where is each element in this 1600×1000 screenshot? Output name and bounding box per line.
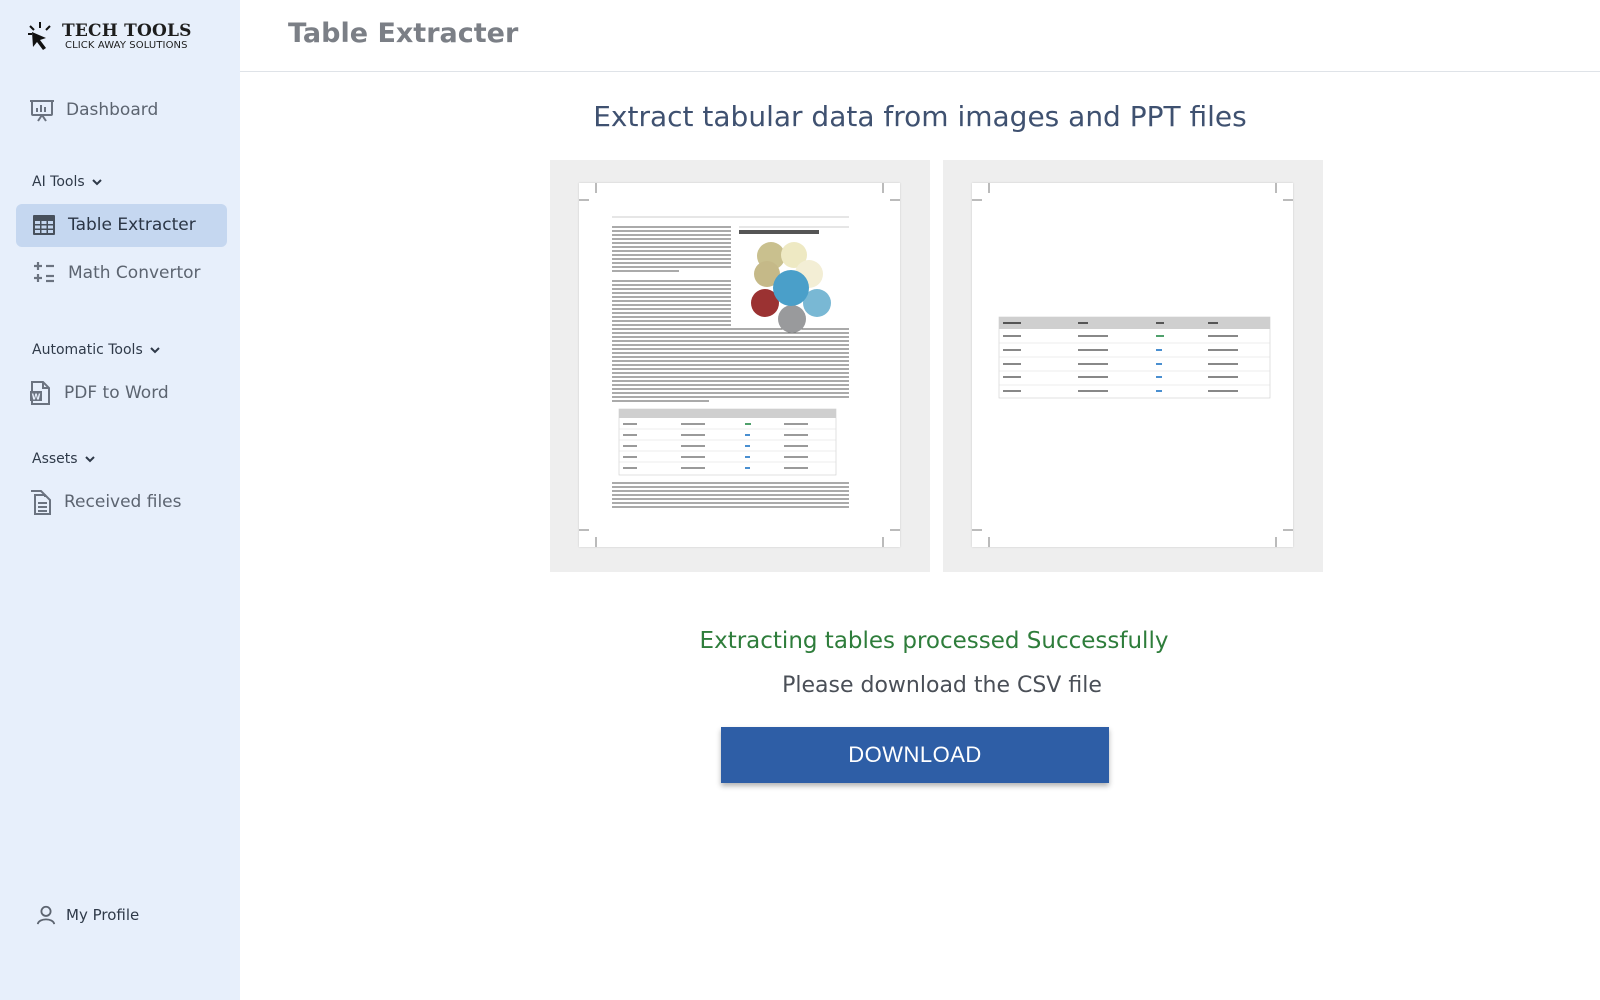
sidebar-item-table-extracter[interactable]: Table Extracter xyxy=(30,211,196,239)
sidebar-item-dashboard[interactable]: Dashboard xyxy=(28,96,158,124)
sidebar-item-label: Table Extracter xyxy=(68,215,196,235)
cursor-click-icon xyxy=(28,22,51,50)
headline: Extract tabular data from images and PPT… xyxy=(593,100,1247,133)
chevron-down-icon xyxy=(150,347,160,354)
word-document-icon: W xyxy=(26,379,54,407)
download-instruction: Please download the CSV file xyxy=(782,673,1102,698)
chevron-down-icon xyxy=(91,179,102,186)
sidebar-item-received-files[interactable]: Received files xyxy=(26,488,182,516)
sidebar-item-my-profile[interactable]: My Profile xyxy=(34,903,139,927)
sidebar: TECH TOOLS CLICK AWAY SOLUTIONS Dashboar… xyxy=(0,0,240,1000)
section-title: AI Tools xyxy=(32,174,85,190)
sidebar-item-label: My Profile xyxy=(66,906,140,924)
top-header: Table Extracter xyxy=(240,0,1600,72)
math-operators-icon xyxy=(30,259,58,287)
extracted-table-preview xyxy=(943,160,1323,572)
chevron-down-icon xyxy=(84,456,95,463)
section-ai-tools[interactable]: AI Tools xyxy=(32,174,103,190)
svg-text:W: W xyxy=(32,393,41,402)
sidebar-item-label: Math Convertor xyxy=(68,263,201,283)
brand-title: TECH TOOLS xyxy=(62,21,192,41)
files-icon xyxy=(26,488,54,516)
sidebar-item-label: PDF to Word xyxy=(64,383,169,403)
section-assets[interactable]: Assets xyxy=(32,451,96,467)
section-title: Automatic Tools xyxy=(32,342,143,358)
brand-logo[interactable]: TECH TOOLS CLICK AWAY SOLUTIONS xyxy=(26,20,192,54)
section-title: Assets xyxy=(32,451,78,467)
sidebar-item-label: Dashboard xyxy=(66,100,159,120)
section-automatic-tools[interactable]: Automatic Tools xyxy=(32,342,161,358)
brand-subtitle: CLICK AWAY SOLUTIONS xyxy=(65,40,188,51)
download-button[interactable]: DOWNLOAD xyxy=(721,727,1109,783)
document-page-thumbnail xyxy=(579,183,900,547)
presentation-chart-icon xyxy=(28,96,56,124)
table-icon xyxy=(30,211,58,239)
source-document-preview xyxy=(550,160,930,572)
sidebar-item-pdf-to-word[interactable]: W PDF to Word xyxy=(26,379,169,407)
sidebar-item-label: Received files xyxy=(64,492,182,512)
page-title: Table Extracter xyxy=(288,18,519,49)
sidebar-item-math-convertor[interactable]: Math Convertor xyxy=(30,259,201,287)
user-icon xyxy=(34,903,58,927)
table-page-thumbnail xyxy=(972,183,1293,547)
success-message: Extracting tables processed Successfully xyxy=(699,628,1169,654)
